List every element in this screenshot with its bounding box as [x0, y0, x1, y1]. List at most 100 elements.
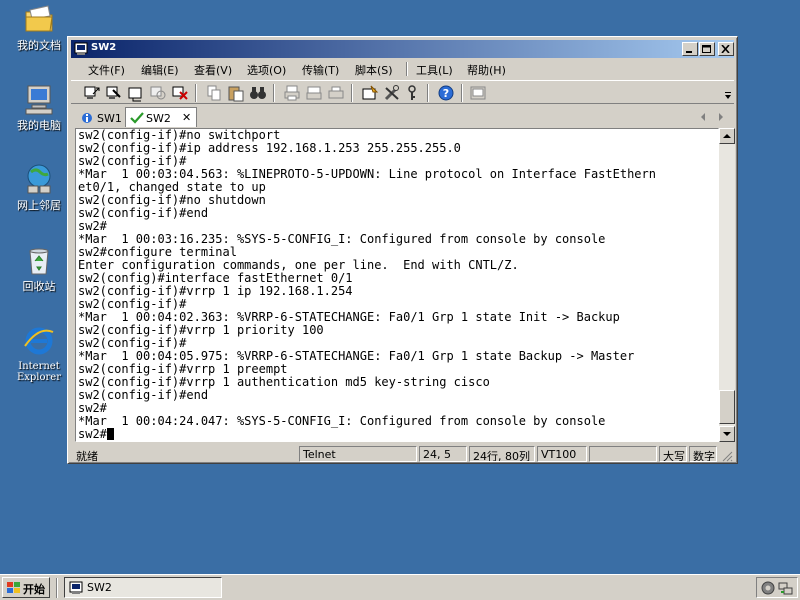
menu-separator	[406, 62, 408, 76]
status-bar: 就绪 Telnet 24, 5 24行, 80列 VT100 大写 数字	[71, 445, 734, 463]
paste-button[interactable]	[227, 84, 245, 102]
disconnect-icon	[172, 86, 188, 100]
disconnect-button[interactable]	[171, 84, 189, 102]
find-button[interactable]	[249, 84, 267, 102]
toolbar-separator	[427, 84, 429, 102]
scroll-thumb[interactable]	[719, 390, 735, 424]
printer-button[interactable]	[327, 84, 345, 102]
close-button[interactable]	[718, 42, 734, 56]
desktop-icon-internet-explorer[interactable]: Internet Explorer	[4, 324, 74, 383]
desktop-icon-label: 我的电脑	[17, 119, 61, 132]
terminal-line: sw2(config-if)#end	[78, 388, 209, 402]
start-label: 开始	[23, 583, 45, 596]
desktop-icon-label: 回收站	[22, 280, 56, 293]
menu-transfer[interactable]: 传输(T)	[302, 62, 339, 78]
tab-scroll-right-button[interactable]	[716, 111, 726, 123]
status-terminal-size: 24行, 80列	[469, 446, 535, 462]
menu-options[interactable]: 选项(O)	[247, 62, 286, 78]
toolbar-separator	[351, 84, 353, 102]
windows-logo-icon	[7, 582, 20, 593]
status-protocol: Telnet	[299, 446, 417, 462]
desktop-icon-my-computer[interactable]: 我的电脑	[4, 82, 74, 132]
copy-button[interactable]	[205, 84, 223, 102]
maximize-icon	[702, 45, 711, 53]
status-cursor-position: 24, 5	[419, 446, 467, 462]
tab-scroll-left-button[interactable]	[698, 111, 708, 123]
screenshot-button[interactable]	[469, 84, 487, 102]
desktop-icon-recycle-bin[interactable]: 回收站	[4, 243, 74, 293]
desktop-icon-label-line2: Explorer	[16, 372, 62, 383]
desktop-icon-label: 我的文档	[17, 39, 61, 52]
window-title: SW2	[91, 42, 117, 53]
quick-connect-button[interactable]	[105, 84, 123, 102]
app-icon	[74, 42, 88, 56]
tools-icon	[384, 85, 399, 101]
screen-icon	[470, 86, 486, 100]
quick-connect-icon	[106, 86, 121, 99]
start-button[interactable]: 开始	[2, 577, 50, 598]
taskbar: 开始 SW2	[0, 574, 800, 600]
status-caps-lock: 大写	[659, 446, 687, 462]
network-status-icon[interactable]	[778, 580, 794, 596]
volume-icon[interactable]	[760, 580, 776, 596]
disconnected-info-icon	[82, 113, 92, 123]
menu-tools[interactable]: 工具(L)	[416, 62, 453, 78]
paste-icon	[228, 86, 244, 102]
internet-explorer-icon	[22, 324, 56, 358]
reconnect-button[interactable]	[149, 84, 167, 102]
desktop-icon-network-places[interactable]: 网上邻居	[4, 162, 74, 212]
terminal-cursor	[106, 428, 114, 440]
status-empty-panel	[589, 446, 657, 462]
menu-view[interactable]: 查看(V)	[194, 62, 232, 78]
connect-tab-button[interactable]	[127, 84, 145, 102]
taskbar-item-sw2[interactable]: SW2	[64, 577, 222, 598]
svg-text:?: ?	[443, 87, 449, 100]
tab-close-icon[interactable]: ✕	[182, 111, 191, 124]
chevron-down-icon	[725, 92, 731, 99]
print-button[interactable]	[283, 84, 301, 102]
session-tabs: SW1 SW2 ✕	[71, 107, 734, 127]
menu-edit[interactable]: 编辑(E)	[141, 62, 179, 78]
minimize-icon	[686, 51, 692, 53]
menu-file[interactable]: 文件(F)	[88, 62, 125, 78]
app-icon	[69, 581, 83, 594]
scroll-down-button[interactable]	[719, 426, 735, 442]
terminal-line: sw2(config-if)#end	[78, 206, 209, 220]
session-options-button[interactable]	[361, 84, 379, 102]
status-num-lock: 数字	[689, 446, 717, 462]
key-icon	[408, 85, 416, 100]
title-bar[interactable]: SW2	[71, 40, 734, 58]
tab-sw1[interactable]: SW1	[77, 109, 122, 127]
toolbar: ?	[71, 80, 734, 104]
minimize-button[interactable]	[682, 42, 698, 56]
tab-label: SW1	[97, 112, 122, 125]
status-ready: 就绪	[76, 450, 98, 463]
terminal-vertical-scrollbar[interactable]	[719, 128, 735, 442]
scroll-up-button[interactable]	[719, 128, 735, 144]
tab-label: SW2	[146, 112, 171, 125]
terminal-prompt: sw2#	[78, 427, 107, 441]
desktop-icon-label: 网上邻居	[17, 199, 61, 212]
print-selection-button[interactable]	[305, 84, 323, 102]
resize-grip-icon[interactable]	[721, 450, 733, 462]
menu-bar: 文件(F) 编辑(E) 查看(V) 选项(O) 传输(T) 脚本(S) 工具(L…	[71, 59, 734, 78]
connect-icon	[84, 86, 100, 99]
maximize-button[interactable]	[699, 42, 715, 56]
tab-sw2[interactable]: SW2 ✕	[125, 107, 197, 127]
toolbar-overflow-chevron[interactable]	[724, 91, 732, 101]
network-icon	[22, 162, 56, 196]
menu-script[interactable]: 脚本(S)	[355, 62, 393, 78]
print-icon	[284, 85, 300, 101]
terminal-output[interactable]: sw2(config-if)#no switchport sw2(config-i…	[75, 128, 719, 442]
terminal-line: *Mar 1 00:04:24.047: %SYS-5-CONFIG_I: Co…	[78, 414, 606, 428]
menu-help[interactable]: 帮助(H)	[467, 62, 506, 78]
global-options-button[interactable]	[383, 84, 401, 102]
printer-icon	[328, 86, 344, 99]
keymap-button[interactable]	[403, 84, 421, 102]
desktop-icon-label-line1: Internet	[18, 361, 60, 372]
desktop-icon-my-documents[interactable]: 我的文档	[4, 2, 74, 52]
binoculars-icon	[250, 87, 266, 99]
connect-button[interactable]	[83, 84, 101, 102]
help-button[interactable]: ?	[437, 84, 455, 102]
folder-icon	[22, 2, 56, 36]
